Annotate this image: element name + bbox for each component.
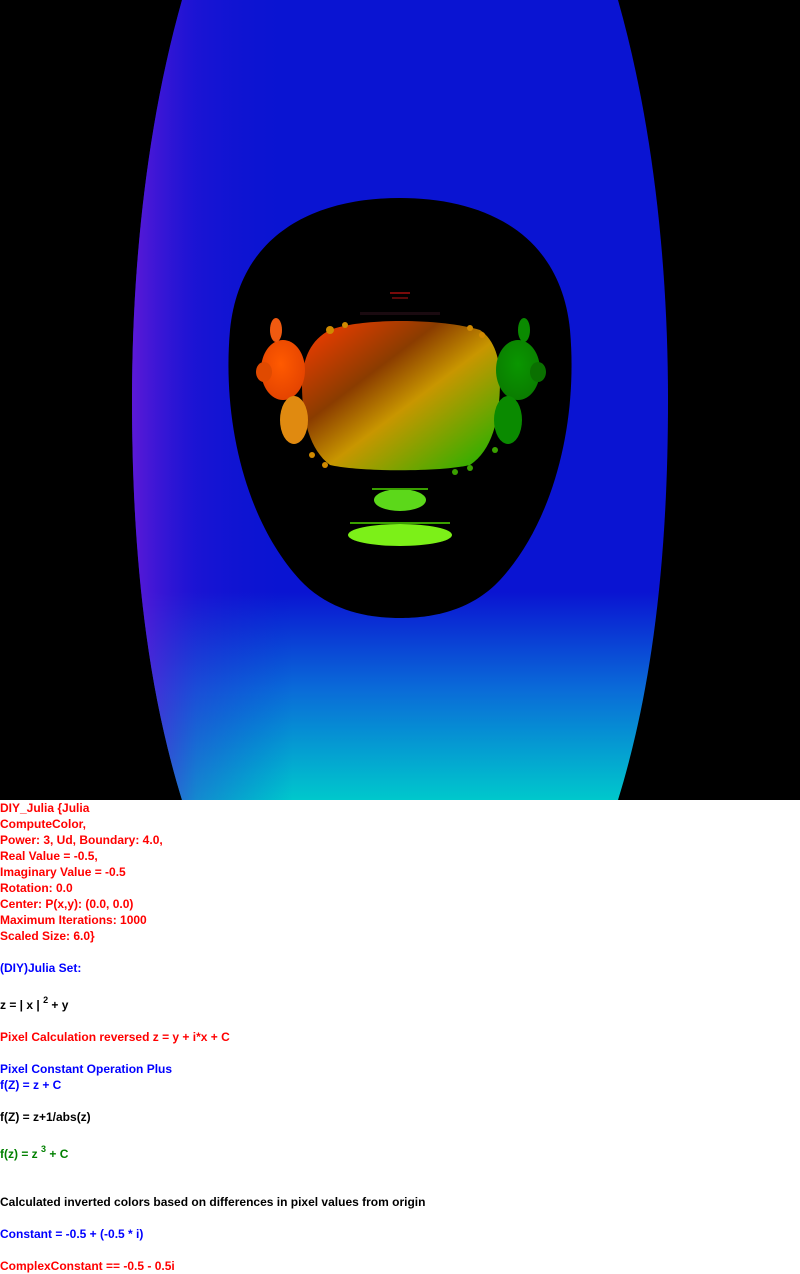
complex-constant-line: ComplexConstant == -0.5 - 0.5i: [0, 1259, 175, 1273]
param-line-8: Maximum Iterations: 1000: [0, 913, 147, 927]
fractal-lower-large: [348, 524, 452, 546]
colors-note: Calculated inverted colors based on diff…: [0, 1195, 426, 1209]
info-panel: DIY_Julia {Julia ComputeColor, Power: 3,…: [0, 800, 800, 1274]
pixel-operation: Pixel Constant Operation Plus: [0, 1062, 173, 1076]
param-line-4: Real Value = -0.5,: [0, 849, 98, 863]
z-formula-prefix: z = | x |: [0, 998, 40, 1012]
f-power-suffix: + C: [46, 1147, 69, 1161]
param-line-7: Center: P(x,y): (0.0, 0.0): [0, 897, 134, 911]
param-line-3: Power: 3, Ud, Boundary: 4.0,: [0, 833, 163, 847]
set-title: (DIY)Julia Set:: [0, 961, 82, 975]
f-power-formula: f(z) = z 3 + C: [0, 1145, 69, 1162]
f-plus-formula: f(Z) = z + C: [0, 1078, 62, 1092]
param-line-1: DIY_Julia {Julia: [0, 801, 90, 815]
param-line-6: Rotation: 0.0: [0, 881, 73, 895]
param-line-9: Scaled Size: 6.0}: [0, 929, 95, 943]
z-formula: z = | x | 2 + y: [0, 996, 69, 1013]
fractal-canvas: [0, 0, 800, 800]
fractal-lower-small: [374, 489, 426, 511]
constant-line: Constant = -0.5 + (-0.5 * i): [0, 1227, 144, 1241]
fractal-main-body: [302, 321, 500, 471]
z-formula-suffix: + y: [48, 998, 69, 1012]
f-power-prefix: f(z) = z: [0, 1147, 38, 1161]
julia-fractal-image: [132, 0, 668, 800]
pixel-calculation: Pixel Calculation reversed z = y + i*x +…: [0, 1030, 230, 1044]
param-line-5: Imaginary Value = -0.5: [0, 865, 126, 879]
f-abs-formula: f(Z) = z+1/abs(z): [0, 1110, 91, 1124]
param-line-2: ComputeColor,: [0, 817, 86, 831]
